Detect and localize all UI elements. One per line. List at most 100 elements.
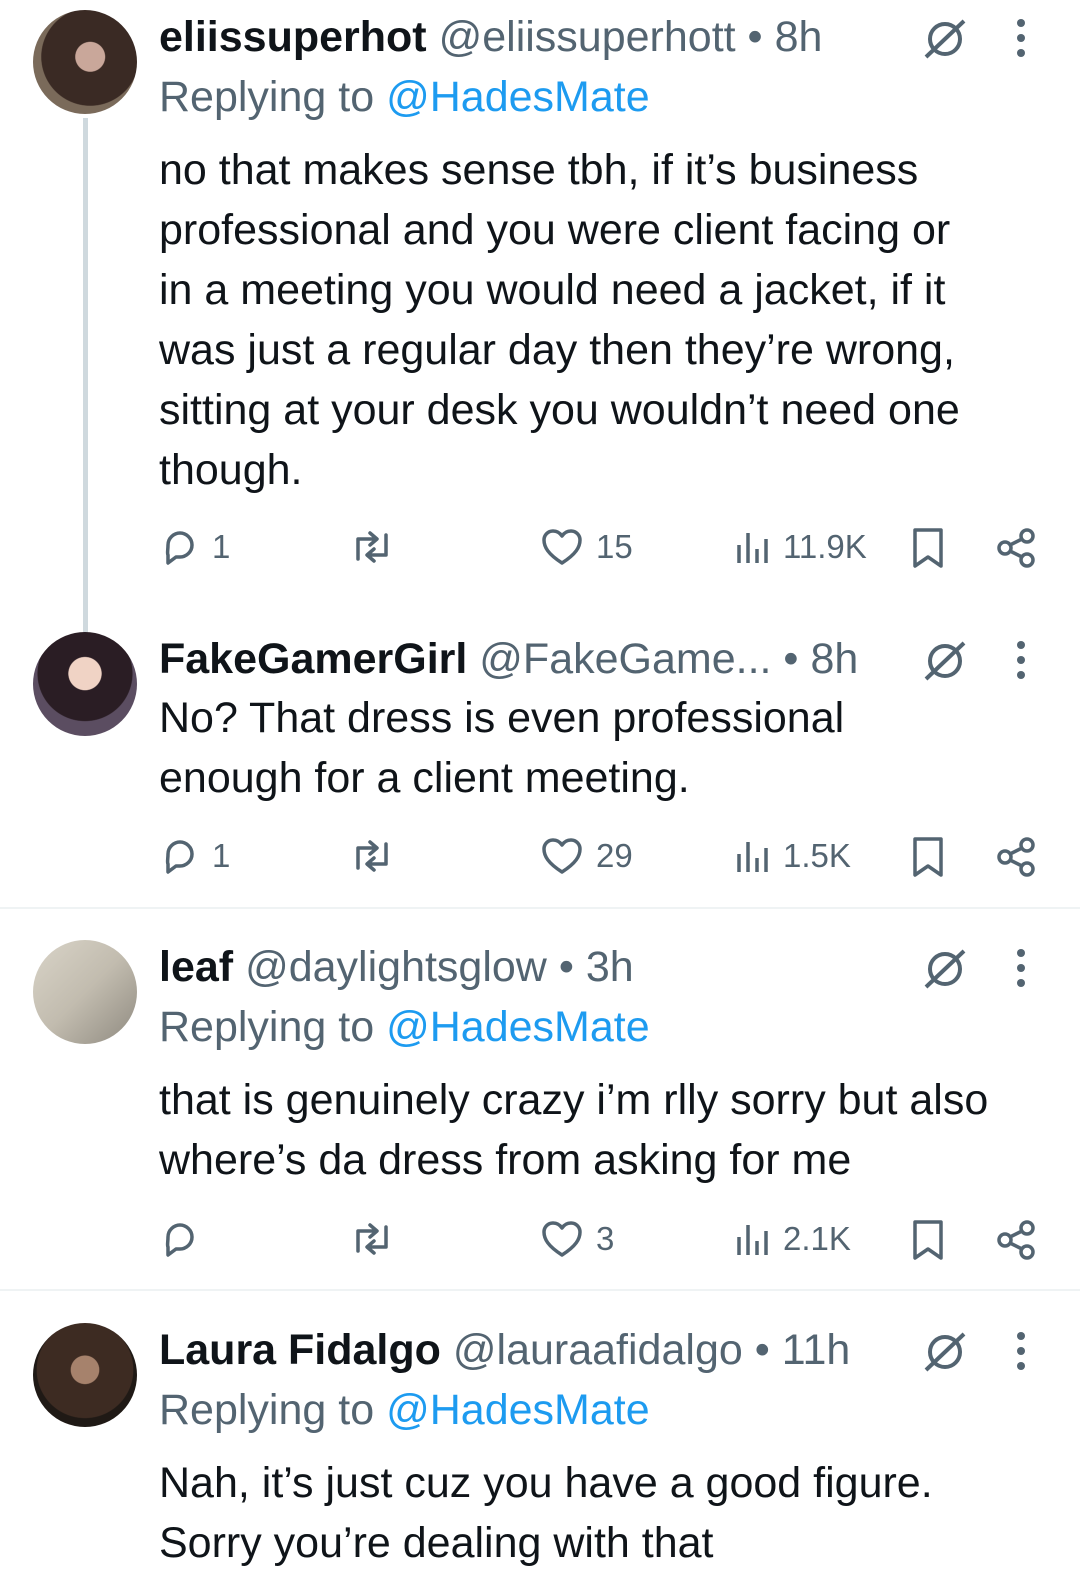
bookmark-button[interactable] — [910, 527, 946, 574]
text-line: No? That dress is even professional — [159, 694, 845, 742]
share-icon — [997, 528, 1035, 568]
timestamp[interactable]: 3h — [586, 943, 634, 991]
replying-prefix: Replying to — [159, 1003, 375, 1051]
heart-icon — [542, 838, 582, 874]
user-handle[interactable]: @daylightsglow — [245, 943, 547, 991]
like-count: 15 — [596, 528, 633, 565]
thread-line — [83, 118, 88, 638]
separator: • — [783, 635, 799, 683]
separator: • — [754, 1326, 770, 1374]
reply-icon — [165, 531, 194, 565]
reply-count: 1 — [212, 528, 231, 565]
views-icon — [737, 842, 768, 872]
text-line: in a meeting you would need a jacket, if… — [159, 266, 946, 314]
reply-button[interactable] — [160, 1219, 212, 1259]
tweet-text: that is genuinely crazy i’m rlly sorry b… — [159, 1070, 1059, 1190]
replying-prefix: Replying to — [159, 1386, 375, 1434]
like-button[interactable]: 29 — [540, 836, 633, 876]
bookmark-button[interactable] — [910, 836, 946, 883]
tweet-header: leaf @daylightsglow • 3h — [159, 942, 960, 992]
display-name[interactable]: eliissuperhot — [159, 13, 427, 61]
tweet-header: Laura Fidalgo @lauraafidalgo • 11h — [159, 1325, 960, 1375]
heart-icon — [542, 529, 582, 565]
tweet-text: no that makes sense tbh, if it’s busines… — [159, 140, 1059, 500]
display-name[interactable]: FakeGamerGirl — [159, 635, 467, 683]
user-handle[interactable]: @eliissuperhott — [439, 13, 736, 61]
more-icon[interactable] — [1012, 640, 1030, 685]
tweet-text: No? That dress is even professional enou… — [159, 688, 1059, 808]
view-count: 1.5K — [783, 837, 851, 874]
retweet-icon — [356, 531, 388, 563]
more-icon[interactable] — [1012, 18, 1030, 63]
display-name[interactable]: leaf — [159, 943, 233, 991]
heart-icon — [542, 1221, 582, 1257]
user-handle[interactable]: @FakeGame... — [479, 635, 771, 683]
views-button[interactable]: 11.9K — [735, 527, 867, 567]
retweet-icon — [356, 1223, 388, 1255]
timestamp[interactable]: 8h — [775, 13, 823, 61]
text-line: no that makes sense tbh, if it’s busines… — [159, 146, 919, 194]
text-line: enough for a client meeting. — [159, 754, 690, 802]
text-line: Sorry you’re dealing with that — [159, 1519, 714, 1567]
like-button[interactable]: 3 — [540, 1219, 614, 1259]
text-line: though. — [159, 446, 303, 494]
share-button[interactable] — [995, 836, 1037, 883]
retweet-button[interactable] — [348, 1219, 408, 1259]
text-line: that is genuinely crazy i’m rlly sorry b… — [159, 1076, 989, 1124]
avatar[interactable] — [33, 1323, 137, 1427]
share-button[interactable] — [995, 1219, 1037, 1266]
avatar[interactable] — [33, 10, 137, 114]
separator: • — [558, 943, 574, 991]
like-count: 3 — [596, 1220, 615, 1257]
views-button[interactable]: 2.1K — [735, 1219, 851, 1259]
divider — [0, 1289, 1080, 1291]
view-count: 11.9K — [783, 528, 867, 565]
replying-to: Replying to @HadesMate — [159, 1002, 650, 1052]
timestamp[interactable]: 11h — [782, 1326, 851, 1374]
more-icon[interactable] — [1012, 1331, 1030, 1376]
text-line: professional and you were client facing … — [159, 206, 951, 254]
share-button[interactable] — [995, 527, 1037, 574]
bookmark-button[interactable] — [910, 1219, 946, 1266]
timestamp[interactable]: 8h — [810, 635, 858, 683]
mention-link[interactable]: @HadesMate — [386, 1386, 650, 1434]
display-name[interactable]: Laura Fidalgo — [159, 1326, 441, 1374]
grok-icon[interactable] — [922, 640, 968, 687]
replying-to: Replying to @HadesMate — [159, 72, 650, 122]
grok-icon[interactable] — [922, 1331, 968, 1378]
like-button[interactable]: 15 — [540, 527, 633, 567]
like-count: 29 — [596, 837, 633, 874]
retweet-button[interactable] — [348, 527, 408, 567]
reply-count: 1 — [212, 837, 231, 874]
views-button[interactable]: 1.5K — [735, 836, 851, 876]
bookmark-icon — [913, 1220, 943, 1260]
view-count: 2.1K — [783, 1220, 851, 1257]
replying-prefix: Replying to — [159, 73, 375, 121]
separator: • — [747, 13, 763, 61]
retweet-icon — [356, 840, 388, 872]
reply-button[interactable]: 1 — [160, 836, 230, 876]
tweet-header: eliissuperhot @eliissuperhott • 8h — [159, 12, 960, 62]
divider — [0, 907, 1080, 909]
reply-icon — [165, 1223, 194, 1257]
bookmark-icon — [913, 837, 943, 877]
views-icon — [737, 1225, 768, 1255]
retweet-button[interactable] — [348, 836, 408, 876]
grok-icon[interactable] — [922, 948, 968, 995]
user-handle[interactable]: @lauraafidalgo — [453, 1326, 743, 1374]
tweet-text: Nah, it’s just cuz you have a good figur… — [159, 1453, 1059, 1573]
replying-to: Replying to @HadesMate — [159, 1385, 650, 1435]
avatar[interactable] — [33, 632, 137, 736]
reply-icon — [165, 840, 194, 874]
text-line: where’s da dress from asking for me — [159, 1136, 852, 1184]
share-icon — [997, 837, 1035, 877]
bookmark-icon — [913, 528, 943, 568]
text-line: was just a regular day then they’re wron… — [159, 326, 955, 374]
avatar[interactable] — [33, 940, 137, 1044]
grok-icon[interactable] — [922, 18, 968, 65]
mention-link[interactable]: @HadesMate — [386, 1003, 650, 1051]
more-icon[interactable] — [1012, 948, 1030, 993]
text-line: sitting at your desk you wouldn’t need o… — [159, 386, 960, 434]
mention-link[interactable]: @HadesMate — [386, 73, 650, 121]
reply-button[interactable]: 1 — [160, 527, 230, 567]
